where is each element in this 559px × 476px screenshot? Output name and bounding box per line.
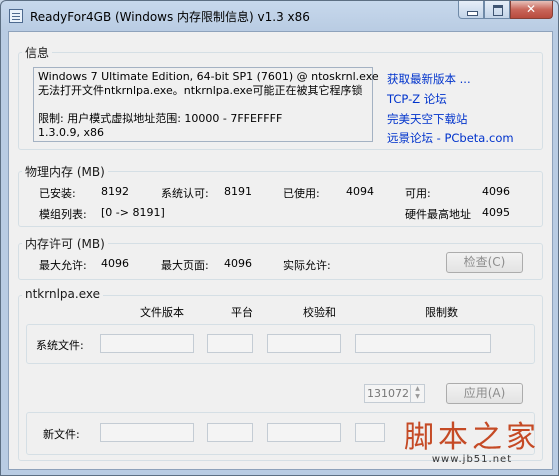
new-file-limit-field	[355, 423, 385, 442]
info-line-version: 1.3.0.9, x86	[38, 126, 104, 139]
info-line-limit: 限制: 用户模式虚拟地址范围: 10000 - 7FFEFFFF	[38, 112, 283, 125]
info-textbox[interactable]: Windows 7 Ultimate Edition, 64-bit SP1 (…	[33, 67, 379, 142]
new-file-version-field	[100, 423, 194, 442]
pcbeta-forum-link[interactable]: 远景论坛 - PCbeta.com	[387, 130, 514, 146]
license-group-title: 内存许可 (MB)	[22, 235, 108, 252]
limit-spinbox-value: 131072	[367, 387, 409, 400]
maximize-button[interactable]	[484, 1, 510, 19]
new-file-label: 新文件:	[43, 428, 80, 441]
modules-label: 模组列表:	[39, 208, 87, 221]
available-value: 4096	[482, 185, 510, 198]
hw-max-address-label: 硬件最高地址	[405, 208, 471, 221]
max-page-value: 4096	[224, 257, 252, 270]
col-header-platform: 平台	[231, 306, 253, 319]
apply-button[interactable]: 应用(A)	[446, 383, 523, 404]
watermark-url: www.jb51.net	[431, 454, 513, 465]
recognized-value: 8191	[224, 185, 252, 198]
title-bar[interactable]: ReadyFor4GB (Windows 内存限制信息) v1.3 x86	[1, 1, 558, 31]
physical-group-title: 物理内存 (MB)	[22, 163, 108, 180]
info-group: 信息 Windows 7 Ultimate Edition, 64-bit SP…	[18, 44, 543, 150]
watermark-title: 脚本之家	[404, 420, 540, 455]
app-window: ReadyFor4GB (Windows 内存限制信息) v1.3 x86 信息…	[0, 0, 559, 476]
minimize-button[interactable]	[458, 1, 484, 19]
info-line-error: 无法打开文件ntkrnlpa.exe。ntkrnlpa.exe可能正在被其它程序…	[38, 84, 363, 97]
col-header-limit: 限制数	[425, 306, 458, 319]
system-file-limit-field	[355, 334, 491, 353]
get-latest-version-link[interactable]: 获取最新版本 ...	[387, 71, 471, 87]
info-group-title: 信息	[22, 44, 53, 61]
spin-down-icon[interactable]: ▼	[411, 393, 424, 401]
installed-value: 8192	[101, 185, 129, 198]
new-file-platform-field	[207, 423, 253, 442]
app-icon	[9, 9, 23, 23]
info-line-blank	[38, 98, 368, 112]
new-file-checksum-field	[267, 423, 341, 442]
available-label: 可用:	[405, 187, 431, 200]
ntkrnlpa-group-title: ntkrnlpa.exe	[22, 287, 103, 301]
window-controls	[458, 1, 553, 19]
col-header-checksum: 校验和	[303, 306, 336, 319]
actual-allowed-label: 实际允许:	[283, 259, 331, 272]
system-file-version-field	[100, 334, 194, 353]
col-header-file-version: 文件版本	[140, 306, 184, 319]
window-title: ReadyFor4GB (Windows 内存限制信息) v1.3 x86	[30, 10, 310, 24]
used-label: 已使用:	[283, 187, 320, 200]
system-file-row: 系统文件:	[26, 324, 535, 364]
physical-memory-group: 物理内存 (MB) 已安装: 8192 系统认可: 8191 已使用: 4094…	[18, 163, 543, 227]
client-area: 信息 Windows 7 Ultimate Edition, 64-bit SP…	[8, 31, 553, 470]
max-allowed-label: 最大允许:	[39, 259, 87, 272]
close-button[interactable]	[510, 1, 553, 19]
max-allowed-value: 4096	[101, 257, 129, 270]
limit-spinbox[interactable]: 131072 ▲ ▼	[364, 384, 425, 403]
system-file-platform-field	[207, 334, 253, 353]
tcpz-forum-link[interactable]: TCP-Z 论坛	[387, 91, 447, 107]
recognized-label: 系统认可:	[161, 187, 209, 200]
spin-arrows[interactable]: ▲ ▼	[410, 385, 424, 402]
info-line-os: Windows 7 Ultimate Edition, 64-bit SP1 (…	[38, 70, 379, 83]
hw-max-address-value: 4095	[482, 206, 510, 219]
installed-label: 已安装:	[39, 187, 76, 200]
max-page-label: 最大页面:	[161, 259, 209, 272]
download-site-link[interactable]: 完美天空下载站	[387, 111, 468, 127]
spin-up-icon[interactable]: ▲	[411, 385, 424, 393]
used-value: 4094	[346, 185, 374, 198]
memory-license-group: 内存许可 (MB) 最大允许: 4096 最大页面: 4096 实际允许: 检查…	[18, 235, 543, 280]
check-button[interactable]: 检查(C)	[446, 252, 523, 273]
system-file-checksum-field	[267, 334, 341, 353]
site-watermark-logo: 脚本之家 www.jb51.net	[404, 420, 540, 466]
modules-value: [0 -> 8191]	[101, 206, 165, 219]
system-file-label: 系统文件:	[36, 339, 84, 352]
